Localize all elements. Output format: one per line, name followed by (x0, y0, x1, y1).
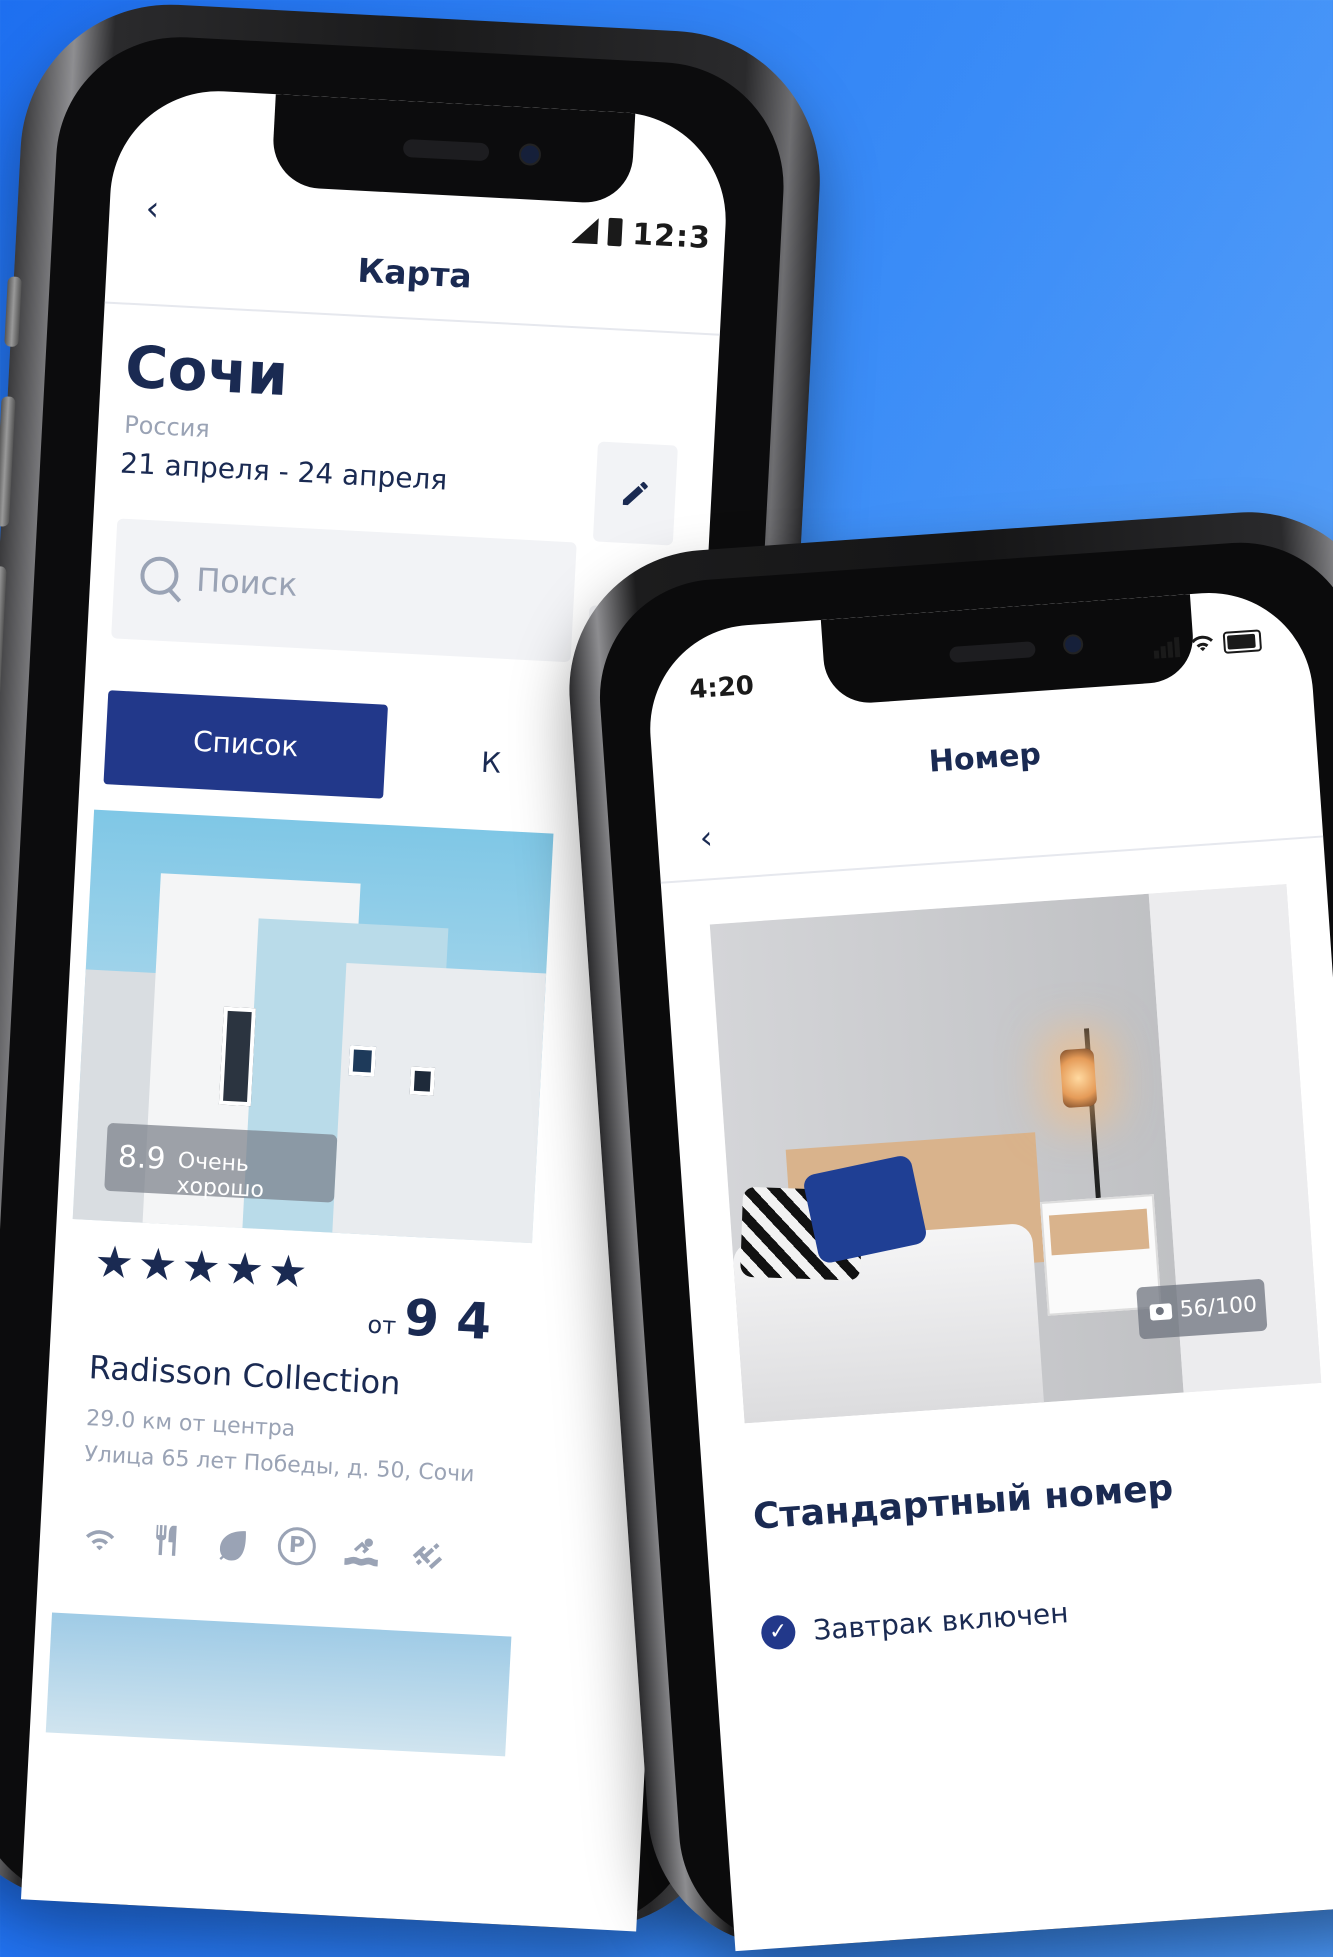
phone-bezel: 4:20 Номер ‹ 56/100 Стандартный номер ✓ … (592, 534, 1333, 1955)
fork-knife-icon (145, 1519, 187, 1561)
lamp (1059, 1047, 1098, 1109)
parking-icon: P (276, 1526, 317, 1567)
wifi-icon (79, 1516, 121, 1558)
status-time: 12:3 (631, 217, 712, 257)
breakfast-label: Завтрак включен (812, 1595, 1070, 1647)
search-placeholder: Поиск (195, 560, 299, 604)
front-camera (1062, 633, 1084, 656)
search-icon (139, 555, 180, 596)
photo-counter[interactable]: 56/100 (1136, 1278, 1268, 1340)
hotel-address: Улица 65 лет Победы, д. 50, Сочи (83, 1442, 476, 1488)
status-time: 4:20 (688, 670, 755, 706)
search-input[interactable]: Поиск (111, 518, 577, 663)
signal-icon (1153, 637, 1182, 659)
battery-icon (1222, 629, 1263, 654)
leaf-icon (211, 1523, 253, 1565)
notch (270, 94, 636, 205)
drawer (1048, 1208, 1150, 1256)
building-window (348, 1045, 377, 1077)
wifi-icon (1189, 631, 1217, 657)
amenities-list: P (79, 1516, 449, 1575)
page-title: Номер (927, 736, 1042, 780)
hotel-photo[interactable]: 8.9 Очень хорошо (72, 809, 554, 1244)
star-rating: ★★★★★ (93, 1236, 313, 1299)
header-divider (660, 835, 1324, 884)
signal-icon (571, 216, 600, 245)
camera-icon (1149, 1303, 1173, 1321)
tab-list[interactable]: Список (103, 690, 388, 799)
room-screen: 4:20 Номер ‹ 56/100 Стандартный номер ✓ … (643, 586, 1333, 1952)
price-prefix: от (366, 1310, 397, 1341)
building-wall (331, 963, 547, 1244)
rating-text: Очень хорошо (175, 1148, 265, 1204)
swim-icon (341, 1530, 383, 1572)
pencil-icon (622, 481, 648, 506)
volume-up-button (0, 396, 16, 527)
breakfast-feature: ✓ Завтрак включен (760, 1595, 1070, 1651)
battery-icon (607, 217, 624, 247)
edit-button[interactable] (592, 441, 678, 546)
speaker (402, 138, 490, 162)
tab-map[interactable]: К (480, 746, 502, 780)
back-icon[interactable]: ‹ (145, 189, 172, 230)
building-window (218, 1006, 256, 1107)
status-bar: 12:3 (571, 214, 712, 257)
silent-switch (4, 276, 22, 348)
hotel-photo[interactable] (45, 1612, 512, 1757)
check-icon: ✓ (760, 1614, 797, 1651)
volume-down-button (0, 565, 7, 697)
country-label: Россия (123, 410, 211, 444)
price: от 9 4 (366, 1287, 493, 1352)
speaker (949, 641, 1036, 664)
hotel-name[interactable]: Radisson Collection (88, 1348, 402, 1402)
rating-score: 8.9 (117, 1139, 167, 1177)
photo-count: 56/100 (1178, 1292, 1258, 1323)
back-icon[interactable]: ‹ (698, 818, 713, 857)
room-photo[interactable]: 56/100 (709, 884, 1322, 1424)
rating-badge: 8.9 Очень хорошо (104, 1122, 338, 1204)
header-divider (104, 301, 720, 336)
building-window (409, 1066, 436, 1096)
dumbbell-icon (407, 1533, 449, 1575)
notch (820, 594, 1196, 706)
hotel-distance: 29.0 км от центра (85, 1406, 296, 1442)
phone-room-screen: 4:20 Номер ‹ 56/100 Стандартный номер ✓ … (560, 502, 1333, 1957)
price-value: 9 4 (402, 1288, 493, 1352)
front-camera (518, 142, 542, 167)
city-title: Сочи (123, 332, 290, 410)
dates-label: 21 апреля - 24 апреля (119, 446, 449, 497)
room-name: Стандартный номер (751, 1467, 1175, 1538)
